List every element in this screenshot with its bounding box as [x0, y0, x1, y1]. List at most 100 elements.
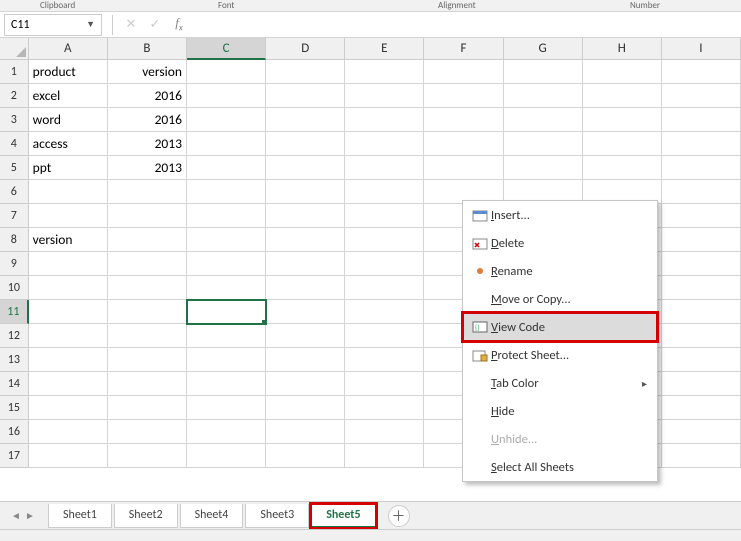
cell-D4[interactable]	[266, 132, 345, 156]
menu-item-move-or-copy[interactable]: Move or Copy...	[463, 285, 657, 313]
row-header-9[interactable]: 9	[0, 252, 29, 276]
cell-C13[interactable]	[187, 348, 266, 372]
col-header-C[interactable]: C	[187, 38, 266, 60]
row-header-5[interactable]: 5	[0, 156, 29, 180]
cell-C17[interactable]	[187, 444, 266, 468]
cell-C7[interactable]	[187, 204, 266, 228]
cell-A5[interactable]: ppt	[29, 156, 108, 180]
cell-C15[interactable]	[187, 396, 266, 420]
cell-C10[interactable]	[187, 276, 266, 300]
sheet-tab-sheet3[interactable]: Sheet3	[245, 504, 309, 528]
cell-G5[interactable]	[504, 156, 583, 180]
cell-E3[interactable]	[345, 108, 424, 132]
cell-D3[interactable]	[266, 108, 345, 132]
row-header-4[interactable]: 4	[0, 132, 29, 156]
fx-icon[interactable]: fx	[167, 14, 191, 36]
select-all-corner[interactable]	[0, 38, 29, 60]
sheet-tab-sheet4[interactable]: Sheet4	[180, 504, 244, 528]
cell-B14[interactable]	[108, 372, 187, 396]
sheet-tab-sheet1[interactable]: Sheet1	[48, 504, 112, 528]
cell-I2[interactable]	[662, 84, 741, 108]
sheet-tab-sheet5[interactable]: Sheet5	[311, 504, 375, 528]
col-header-H[interactable]: H	[583, 38, 662, 60]
cell-I15[interactable]	[662, 396, 741, 420]
cell-E6[interactable]	[345, 180, 424, 204]
cell-I14[interactable]	[662, 372, 741, 396]
cell-B11[interactable]	[108, 300, 187, 324]
cell-H2[interactable]	[583, 84, 662, 108]
cell-D5[interactable]	[266, 156, 345, 180]
cell-B4[interactable]: 2013	[108, 132, 187, 156]
cell-B2[interactable]: 2016	[108, 84, 187, 108]
cell-D12[interactable]	[266, 324, 345, 348]
cell-F4[interactable]	[424, 132, 503, 156]
cell-C12[interactable]	[187, 324, 266, 348]
menu-item-insert[interactable]: Insert...	[463, 201, 657, 229]
cell-H5[interactable]	[583, 156, 662, 180]
cell-I4[interactable]	[662, 132, 741, 156]
row-header-10[interactable]: 10	[0, 276, 29, 300]
cell-D1[interactable]	[266, 60, 345, 84]
cell-D8[interactable]	[266, 228, 345, 252]
cell-G2[interactable]	[504, 84, 583, 108]
cell-G1[interactable]	[504, 60, 583, 84]
col-header-I[interactable]: I	[662, 38, 741, 60]
cell-B13[interactable]	[108, 348, 187, 372]
menu-item-view-code[interactable]: {}View Code	[463, 313, 657, 341]
cell-C4[interactable]	[187, 132, 266, 156]
add-sheet-button[interactable]: ＋	[388, 505, 410, 527]
cell-A1[interactable]: product	[29, 60, 108, 84]
col-header-G[interactable]: G	[504, 38, 583, 60]
cell-C9[interactable]	[187, 252, 266, 276]
cell-D6[interactable]	[266, 180, 345, 204]
cell-I9[interactable]	[662, 252, 741, 276]
cell-E11[interactable]	[345, 300, 424, 324]
menu-item-tab-color[interactable]: Tab Color	[463, 369, 657, 397]
cell-E9[interactable]	[345, 252, 424, 276]
cell-A15[interactable]	[29, 396, 108, 420]
cell-A11[interactable]	[29, 300, 108, 324]
cell-D17[interactable]	[266, 444, 345, 468]
cell-F3[interactable]	[424, 108, 503, 132]
name-box[interactable]: C11 ▼	[4, 14, 102, 36]
cell-E1[interactable]	[345, 60, 424, 84]
cell-B6[interactable]	[108, 180, 187, 204]
cell-D9[interactable]	[266, 252, 345, 276]
cell-B9[interactable]	[108, 252, 187, 276]
menu-item-rename[interactable]: Rename	[463, 257, 657, 285]
sheet-tab-sheet2[interactable]: Sheet2	[114, 504, 178, 528]
row-header-14[interactable]: 14	[0, 372, 29, 396]
chevron-down-icon[interactable]: ▼	[86, 19, 95, 30]
cell-E15[interactable]	[345, 396, 424, 420]
cell-F5[interactable]	[424, 156, 503, 180]
cell-E16[interactable]	[345, 420, 424, 444]
cell-A6[interactable]	[29, 180, 108, 204]
cell-I6[interactable]	[662, 180, 741, 204]
cell-B12[interactable]	[108, 324, 187, 348]
cell-A16[interactable]	[29, 420, 108, 444]
col-header-E[interactable]: E	[345, 38, 424, 60]
cell-A2[interactable]: excel	[29, 84, 108, 108]
cell-H4[interactable]	[583, 132, 662, 156]
cell-E13[interactable]	[345, 348, 424, 372]
cell-D14[interactable]	[266, 372, 345, 396]
col-header-A[interactable]: A	[29, 38, 108, 60]
cell-I7[interactable]	[662, 204, 741, 228]
cell-I3[interactable]	[662, 108, 741, 132]
cell-A17[interactable]	[29, 444, 108, 468]
cell-C6[interactable]	[187, 180, 266, 204]
cell-C14[interactable]	[187, 372, 266, 396]
cell-B16[interactable]	[108, 420, 187, 444]
cell-A10[interactable]	[29, 276, 108, 300]
cell-E10[interactable]	[345, 276, 424, 300]
cell-D15[interactable]	[266, 396, 345, 420]
cell-I1[interactable]	[662, 60, 741, 84]
cell-D13[interactable]	[266, 348, 345, 372]
cell-E5[interactable]	[345, 156, 424, 180]
cell-D7[interactable]	[266, 204, 345, 228]
cell-B15[interactable]	[108, 396, 187, 420]
col-header-D[interactable]: D	[266, 38, 345, 60]
cell-G3[interactable]	[504, 108, 583, 132]
row-header-6[interactable]: 6	[0, 180, 29, 204]
col-header-F[interactable]: F	[424, 38, 503, 60]
